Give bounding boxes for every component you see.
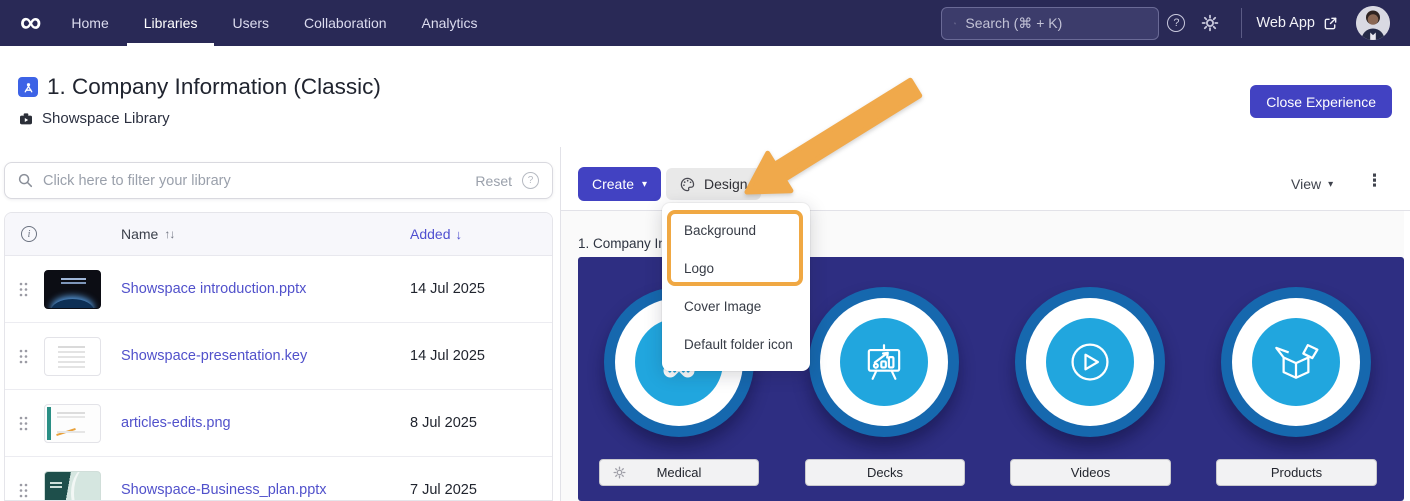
main-nav: Home Libraries Users Collaboration Analy… [71, 0, 477, 46]
file-link[interactable]: Showspace introduction.pptx [121, 281, 306, 297]
table-header: i Name ↑↓ Added ↓ [5, 213, 552, 256]
folder-button-videos[interactable]: Videos [1010, 459, 1171, 486]
experience-type-icon [18, 77, 38, 97]
global-search[interactable] [941, 7, 1159, 40]
drag-handle-icon[interactable] [17, 412, 30, 435]
drag-handle-icon[interactable] [17, 479, 30, 501]
folder-button-medical[interactable]: Medical [599, 459, 759, 486]
web-app-link[interactable]: Web App [1256, 15, 1338, 31]
top-navbar: ∞ Home Libraries Users Collaboration Ana… [0, 0, 1410, 46]
folder-button-products[interactable]: Products [1216, 459, 1377, 486]
page-title: 1. Company Information (Classic) [47, 74, 381, 100]
showspace-logo-icon[interactable]: ∞ [20, 0, 41, 46]
nav-item-users[interactable]: Users [232, 0, 269, 46]
play-icon [1063, 335, 1117, 389]
palette-icon [679, 176, 696, 193]
nav-item-libraries[interactable]: Libraries [144, 0, 198, 46]
library-file-table: i Name ↑↓ Added ↓ Showspace introduction… [4, 212, 553, 501]
file-thumbnail[interactable] [44, 337, 101, 376]
web-app-label: Web App [1256, 15, 1315, 31]
sort-desc-icon: ↓ [455, 227, 462, 242]
added-date: 14 Jul 2025 [410, 348, 485, 364]
library-icon [18, 111, 34, 127]
column-header-name[interactable]: Name ↑↓ [121, 226, 410, 242]
settings-button[interactable] [1193, 6, 1227, 40]
folder-button-decks[interactable]: Decks [805, 459, 965, 486]
filter-search-icon [18, 173, 33, 188]
table-row: Showspace introduction.pptx 14 Jul 2025 [5, 256, 552, 323]
file-thumbnail[interactable] [44, 471, 101, 501]
gear-icon [613, 466, 626, 479]
chevron-down-icon: ▾ [1328, 179, 1333, 190]
table-row: Showspace-presentation.key 14 Jul 2025 [5, 323, 552, 390]
file-link[interactable]: Showspace-Business_plan.pptx [121, 482, 327, 498]
reset-filter-button[interactable]: Reset [475, 173, 512, 189]
folder-circle-videos[interactable] [1015, 287, 1165, 437]
filter-input[interactable] [43, 173, 465, 189]
column-header-added[interactable]: Added ↓ [410, 226, 552, 242]
menu-item-cover-image[interactable]: Cover Image [662, 287, 810, 325]
nav-item-home[interactable]: Home [71, 0, 108, 46]
search-input[interactable] [965, 15, 1146, 31]
table-row: Showspace-Business_plan.pptx 7 Jul 2025 [5, 457, 552, 501]
table-row: articles-edits.png 8 Jul 2025 [5, 390, 552, 457]
user-avatar[interactable] [1356, 6, 1390, 40]
gear-icon [1201, 14, 1219, 32]
more-options-icon[interactable]: ⋮ [1366, 171, 1382, 191]
file-thumbnail[interactable] [44, 270, 101, 309]
added-date: 14 Jul 2025 [410, 281, 485, 297]
help-button[interactable]: ? [1159, 6, 1193, 40]
file-link[interactable]: articles-edits.png [121, 415, 231, 431]
menu-item-background[interactable]: Background [662, 211, 810, 249]
folder-circle-products[interactable] [1221, 287, 1371, 437]
presentation-icon [858, 336, 910, 388]
design-menu: Background Logo Cover Image Default fold… [662, 203, 810, 371]
close-experience-button[interactable]: Close Experience [1250, 85, 1392, 118]
sort-both-icon: ↑↓ [164, 227, 174, 241]
open-box-icon [1269, 335, 1323, 389]
added-date: 7 Jul 2025 [410, 482, 477, 498]
drag-handle-icon[interactable] [17, 278, 30, 301]
navbar-divider [1241, 8, 1242, 38]
library-name: Showspace Library [42, 110, 170, 127]
menu-item-logo[interactable]: Logo [662, 249, 810, 287]
drag-handle-icon[interactable] [17, 345, 30, 368]
search-icon [954, 16, 956, 31]
info-icon[interactable]: i [21, 226, 37, 242]
help-icon: ? [1167, 14, 1185, 32]
filter-help-icon[interactable]: ? [522, 172, 539, 189]
create-button[interactable]: Create▾ [578, 167, 661, 201]
folder-circle-decks[interactable] [809, 287, 959, 437]
menu-item-default-folder-icon[interactable]: Default folder icon [662, 325, 810, 363]
added-date: 8 Jul 2025 [410, 415, 477, 431]
chevron-down-icon: ▾ [642, 179, 647, 190]
design-button[interactable]: Design [666, 168, 761, 200]
nav-item-collaboration[interactable]: Collaboration [304, 0, 387, 46]
library-filter: Reset ? [4, 162, 553, 199]
app-screen: ∞ Home Libraries Users Collaboration Ana… [0, 0, 1410, 501]
external-link-icon [1323, 16, 1338, 31]
file-link[interactable]: Showspace-presentation.key [121, 348, 307, 364]
view-button[interactable]: View▾ [1291, 176, 1333, 192]
nav-item-analytics[interactable]: Analytics [422, 0, 478, 46]
file-thumbnail[interactable] [44, 404, 101, 443]
